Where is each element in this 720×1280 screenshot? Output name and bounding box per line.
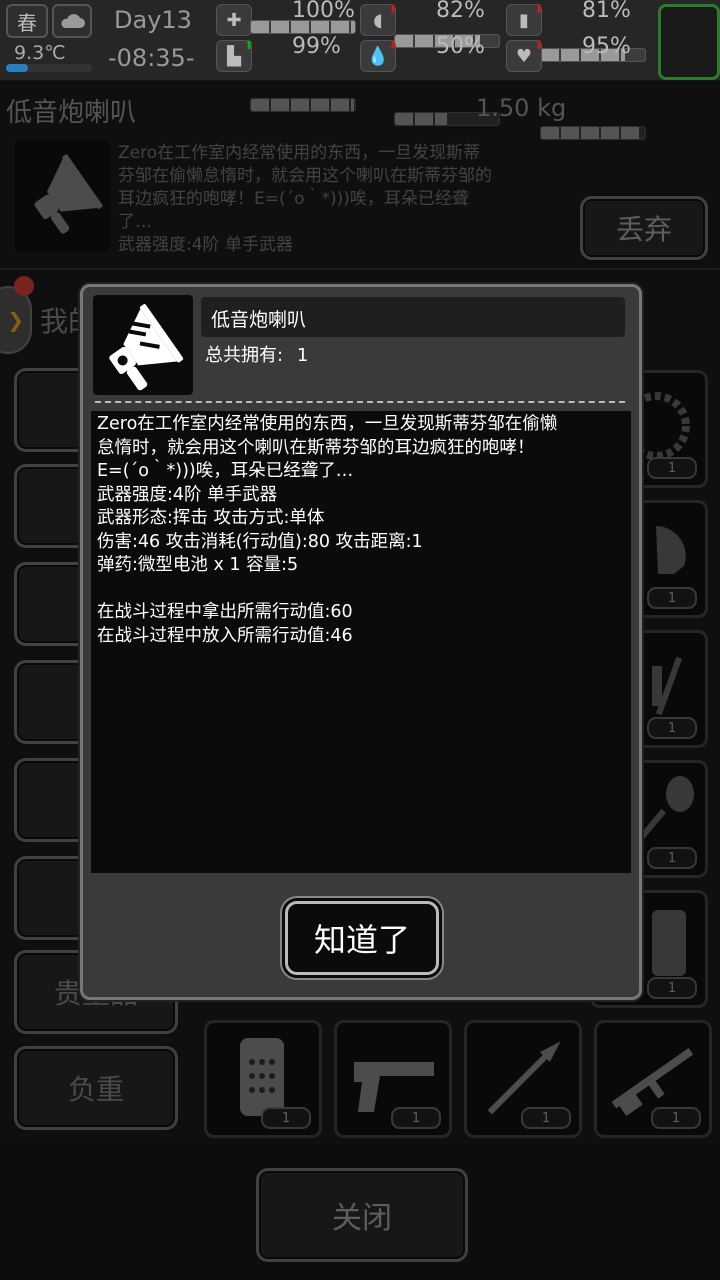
arrow-down-icon: ⬇: [534, 38, 545, 52]
stat-value: 100%: [292, 0, 355, 23]
game-time: -08:35-: [108, 44, 195, 72]
status-bar: 春 9.3℃ Day13 -08:35- ✚ 100% ◖ ⬇ 82% ▮ ⬇ 81% ▙ ⬆ 99…: [0, 0, 720, 140]
cloud-icon: [52, 4, 92, 38]
season-label: 春: [17, 10, 37, 35]
arrow-up-icon: ⬆: [244, 38, 255, 52]
dialog-item-icon: [93, 295, 193, 395]
day-counter: Day13: [114, 6, 192, 34]
dialog-description: Zero在工作室内经常使用的东西，一旦发现斯蒂芬邹在偷懒 怠惰时，就会用这个喇叭…: [97, 414, 558, 646]
inventory-capacity-box[interactable]: [658, 4, 720, 80]
dialog-name-box: 低音炮喇叭: [201, 297, 625, 337]
stat-value: 81%: [582, 0, 631, 23]
owned-value: 1: [296, 345, 309, 366]
temperature: 9.3℃: [14, 42, 66, 64]
stat-value: 82%: [436, 0, 485, 23]
dialog-item-name: 低音炮喇叭: [211, 309, 307, 331]
stat-value: 99%: [292, 34, 341, 59]
owned-count: 总共拥有: 1: [205, 341, 308, 367]
arrow-down-icon: ⬇: [388, 38, 399, 52]
item-detail-dialog: 低音炮喇叭 总共拥有: 1 Zero在工作室内经常使用的东西，一旦发现斯蒂芬邹在…: [80, 284, 642, 1000]
season-badge: 春: [6, 4, 48, 38]
temperature-gauge: [6, 64, 92, 72]
owned-label: 总共拥有:: [205, 345, 284, 366]
megaphone-icon: [109, 304, 184, 391]
medkit-icon: ✚: [216, 4, 252, 36]
arrow-down-icon: ⬇: [534, 2, 545, 16]
dialog-description-panel: Zero在工作室内经常使用的东西，一旦发现斯蒂芬邹在偷懒 怠惰时，就会用这个喇叭…: [91, 411, 631, 873]
arrow-down-icon: ⬇: [388, 2, 399, 16]
dashed-divider: [95, 401, 625, 403]
acknowledge-button[interactable]: 知道了: [285, 901, 439, 975]
stat-value: 50%: [436, 34, 485, 59]
stat-value: 95%: [582, 34, 631, 59]
